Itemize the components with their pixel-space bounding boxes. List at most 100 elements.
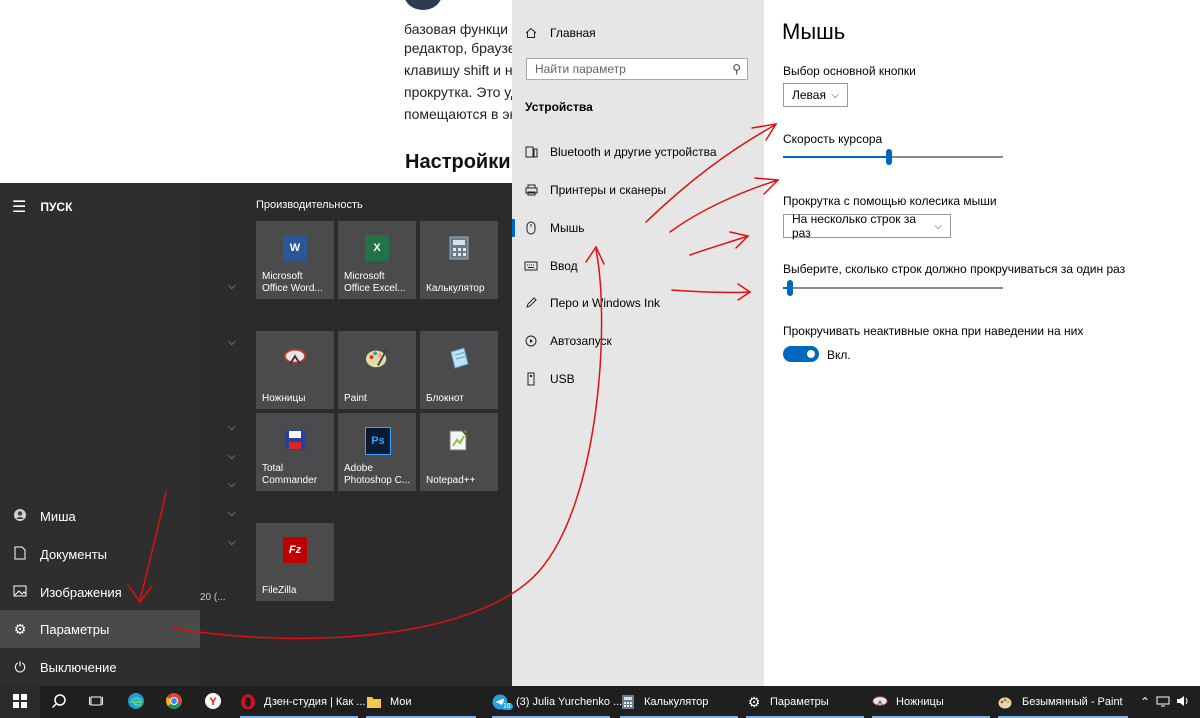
cursor-speed-label: Скорость курсора [783,132,883,146]
inactive-scroll-toggle[interactable] [783,346,819,362]
taskbar-opera[interactable]: Дзен-студия | Как ... [240,686,365,718]
nav-item-printers[interactable]: Принтеры и сканеры [512,172,764,208]
chevron-down-icon[interactable]: ⌵ [228,508,236,519]
excel-icon: X [365,235,389,261]
cursor-speed-slider[interactable] [886,149,892,165]
primary-button-dropdown[interactable]: Левая ⌵ [783,83,848,107]
start-item-settings[interactable]: ⚙ Параметры [0,610,200,648]
start-item-pictures[interactable]: Изображения [0,573,200,611]
taskbar-item-label: Мои [390,696,412,708]
start-item-label: Документы [40,546,108,562]
start-item-power[interactable]: ⏻ Выключение [0,648,200,686]
background-article: базовая функци редактор, браузер клавишу… [0,0,531,183]
lines-slider[interactable] [787,280,793,296]
tile-calculator[interactable]: Калькулятор [420,221,498,299]
tile-group-title: Производительность [256,199,363,211]
nav-item-label: Ввод [550,259,578,273]
nav-item-autoplay[interactable]: Автозапуск [512,323,764,359]
start-item-user[interactable]: Миша [0,497,200,535]
photoshop-icon: Ps [365,427,391,455]
tile-label: Microsoft Office Excel... [344,271,406,294]
mouse-icon [524,221,538,235]
hamburger-menu-icon: ☰ [12,199,27,216]
tile-notepad[interactable]: Блокнот [420,331,498,409]
lines-track [783,287,1003,289]
usb-icon [524,372,538,386]
tile-filezilla[interactable]: Fz FileZilla [256,523,334,601]
scroll-dropdown[interactable]: На несколько строк за раз ⌵ [783,212,951,240]
taskbar-calculator[interactable]: Калькулятор [620,686,738,718]
article-line: редактор, браузер [404,40,524,56]
taskbar-item-label: Дзен-студия | Как ... [264,696,366,708]
taskbar-chrome[interactable] [164,686,184,718]
inactive-scroll-state: Вкл. [827,348,851,362]
nav-item-usb[interactable]: USB [512,361,764,397]
calculator-icon [447,235,471,261]
chevron-down-icon[interactable]: ⌵ [228,422,236,433]
tile-total-commander[interactable]: Total Commander [256,413,334,491]
tile-notepadpp[interactable]: Notepad++ [420,413,498,491]
pen-icon [524,296,538,310]
taskbar-item-label: Калькулятор [644,696,709,708]
lines-label: Выберите, сколько строк должно прокручив… [783,262,1126,276]
chevron-down-icon[interactable]: ⌵ [228,537,236,548]
settings-search-input[interactable]: Найти параметр ⚲ [526,58,748,80]
palette-icon [365,345,389,371]
chevron-up-icon[interactable]: ⌃ [1140,695,1150,709]
start-menu-header[interactable]: ☰ ПУСК [12,197,72,217]
start-item-documents[interactable]: Документы [0,535,200,573]
nav-home[interactable]: Главная [512,15,764,51]
article-line: прокрутка. Это уд [404,84,520,100]
chevron-down-icon[interactable]: ⌵ [228,337,236,348]
tile-photoshop[interactable]: Ps Adobe Photoshop C... [338,413,416,491]
bluetooth-devices-icon [524,145,538,159]
windows-start-icon [13,693,27,711]
mouse-settings-panel: Мышь Выбор основной кнопки Левая ⌵ Скоро… [764,0,1200,686]
home-icon [524,26,538,40]
chevron-down-icon[interactable]: ⌵ [228,281,236,292]
notepad-plus-plus-icon [447,427,471,453]
telegram-badge: 16 [501,703,513,710]
start-item-label: Параметры [40,621,110,637]
tile-word[interactable]: W Microsoft Office Word... [256,221,334,299]
nav-item-label: Автозапуск [550,334,612,348]
taskbar-item-label: (3) Julia Yurchenko ... [516,696,623,708]
pictures-icon [12,584,28,600]
chevron-down-icon[interactable]: ⌵ [228,479,236,490]
nav-item-label: USB [550,372,575,386]
power-icon: ⏻ [14,658,26,675]
start-button[interactable] [0,686,40,718]
taskbar-snipping[interactable]: Ножницы [872,686,990,718]
start-menu-title: ПУСК [40,200,73,214]
nav-item-label: Мышь [550,221,585,235]
taskbar-yandex[interactable]: Y [203,686,223,718]
taskbar: Y Дзен-студия | Как ... Мои 16 (3) Julia… [0,686,1200,718]
tile-excel[interactable]: X Microsoft Office Excel... [338,221,416,299]
article-line: помещаются в экр [404,106,524,122]
taskbar-item-label: Ножницы [896,696,944,708]
network-icon[interactable] [1156,695,1170,710]
task-view-button[interactable] [86,686,106,718]
taskbar-settings[interactable]: ⚙ Параметры [746,686,864,718]
nav-item-pen[interactable]: Перо и Windows Ink [512,285,764,321]
nav-item-bluetooth[interactable]: Bluetooth и другие устройства [512,134,764,170]
taskbar-search[interactable] [48,686,70,718]
settings-sidebar: Главная Найти параметр ⚲ Устройства Blue… [512,0,764,686]
tile-label: Microsoft Office Word... [262,271,323,294]
task-view-icon [89,694,103,711]
taskbar-paint[interactable]: Безымянный - Paint [998,686,1128,718]
taskbar-folder[interactable]: Мои [366,686,476,718]
start-menu: ☰ ПУСК Миша Документы Изображения ⚙ Пара… [0,183,512,686]
volume-icon[interactable] [1176,695,1190,710]
taskbar-telegram[interactable]: 16 (3) Julia Yurchenko ... [492,686,622,718]
scissors-icon [283,345,307,371]
nav-item-typing[interactable]: Ввод [512,248,764,284]
tile-paint[interactable]: Paint [338,331,416,409]
nav-item-label: Перо и Windows Ink [550,296,661,310]
nav-item-label: Bluetooth и другие устройства [550,145,717,159]
nav-item-mouse[interactable]: Мышь [512,210,764,246]
taskbar-edge[interactable] [126,686,146,718]
chevron-down-icon: ⌵ [831,89,839,101]
chevron-down-icon[interactable]: ⌵ [228,451,236,462]
tile-snipping[interactable]: Ножницы [256,331,334,409]
